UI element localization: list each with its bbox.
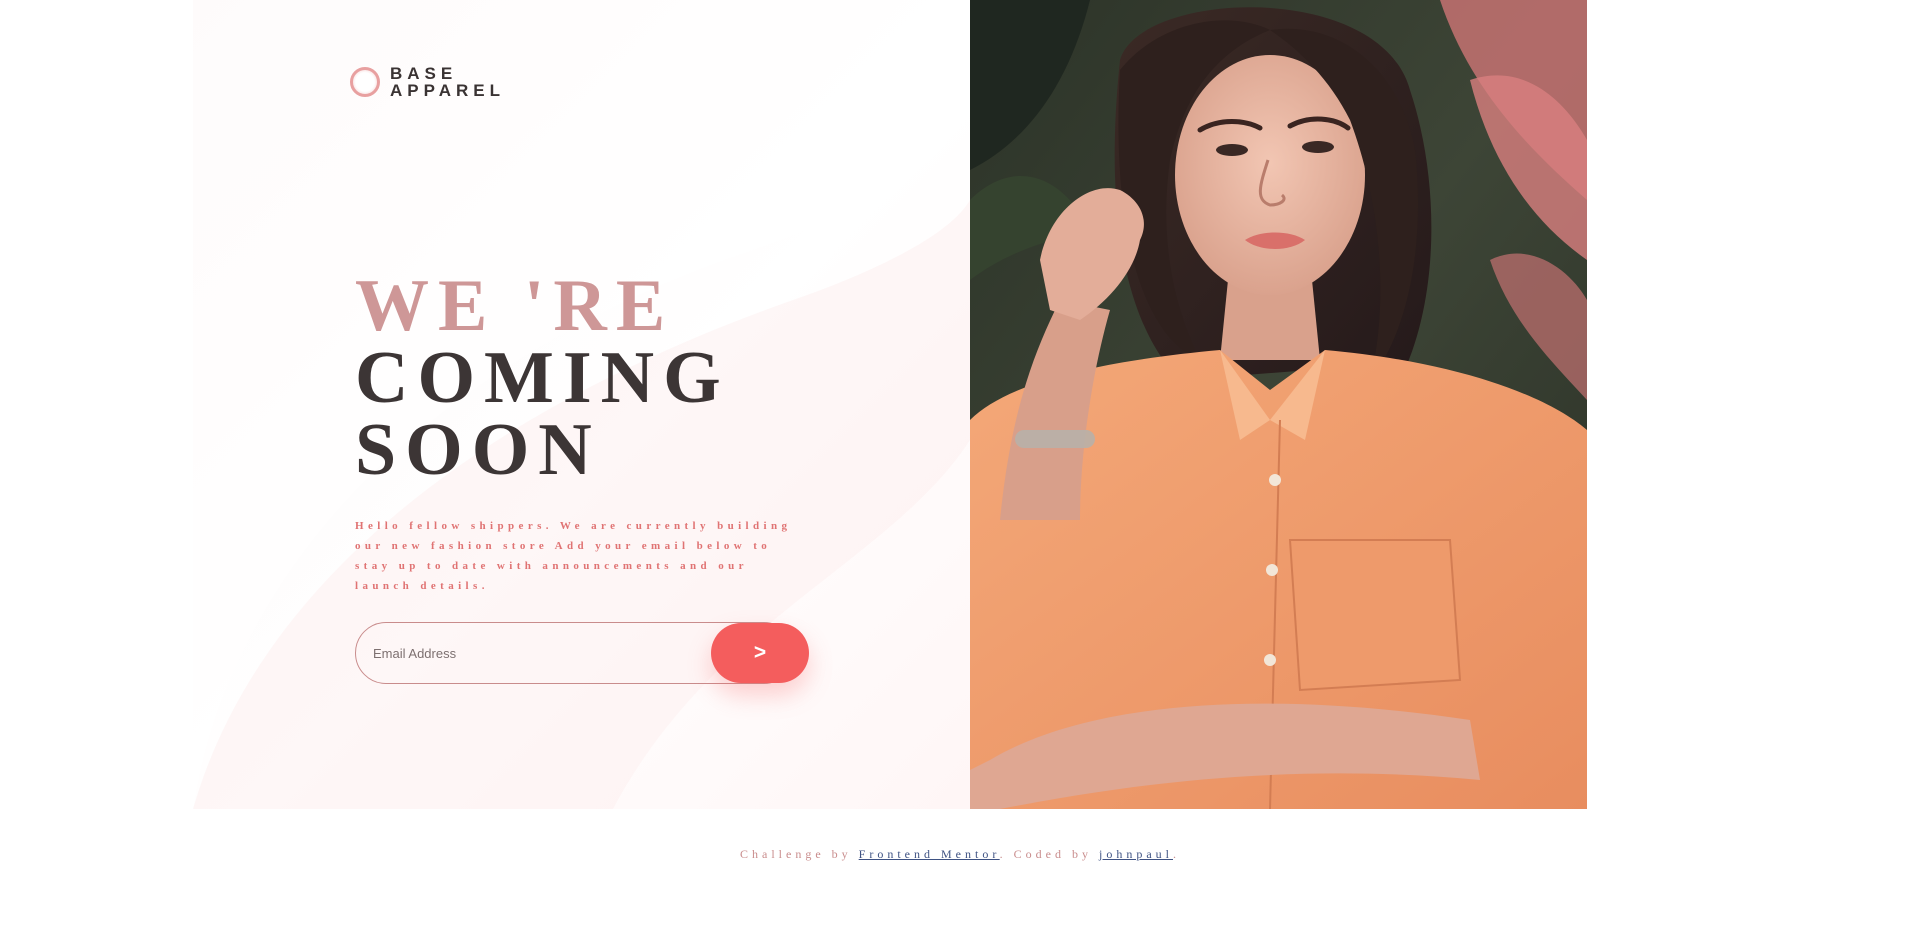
headline-dark-2: SOON <box>355 409 601 491</box>
brand-line2: APPAREL <box>390 81 505 100</box>
footer-middle: . Coded by <box>999 847 1099 861</box>
brand-name: BASE APPAREL <box>390 65 505 99</box>
author-link[interactable]: johnpaul <box>1099 847 1173 861</box>
logo-ring-icon <box>350 67 380 97</box>
headline-light: WE 'RE <box>355 265 675 347</box>
footer-attribution: Challenge by Frontend Mentor. Coded by j… <box>0 847 1920 862</box>
frontend-mentor-link[interactable]: Frontend Mentor <box>859 847 1000 861</box>
footer-suffix: . <box>1173 847 1180 861</box>
description-text: Hello fellow shippers. We are currently … <box>355 520 792 592</box>
headline-dark-1: COMING <box>355 337 730 419</box>
content-panel: BASE APPAREL WE 'RE COMING SOON Hello fe… <box>193 0 970 809</box>
brand-logo[interactable]: BASE APPAREL <box>350 65 505 99</box>
footer-prefix: Challenge by <box>740 847 859 861</box>
brand-line1: BASE <box>390 64 458 83</box>
submit-button[interactable]: > <box>711 623 809 683</box>
hero-photo <box>970 0 1587 809</box>
subscribe-form: > <box>355 622 809 684</box>
hero-photo-illustration <box>970 0 1587 809</box>
main-container: BASE APPAREL WE 'RE COMING SOON Hello fe… <box>193 0 1587 809</box>
headline: WE 'RE COMING SOON <box>355 265 730 491</box>
